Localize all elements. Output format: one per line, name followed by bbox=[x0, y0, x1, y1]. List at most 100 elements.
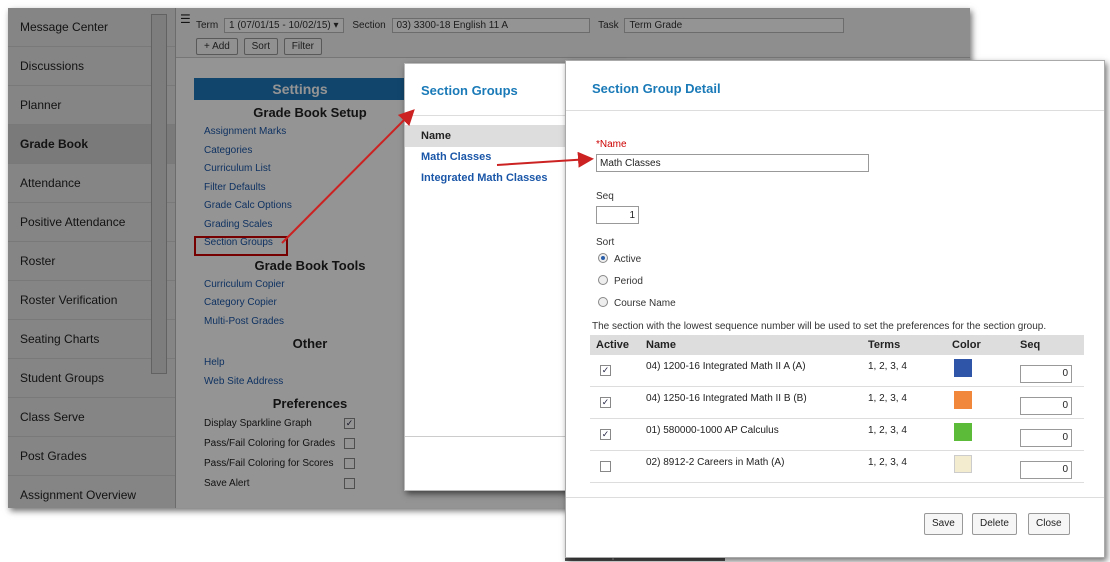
pref-checkbox[interactable] bbox=[344, 458, 355, 469]
term-label: Term bbox=[196, 20, 219, 31]
link-curriculum-list[interactable]: Curriculum List bbox=[194, 160, 406, 179]
link-curriculum-copier[interactable]: Curriculum Copier bbox=[194, 276, 406, 295]
pref-label: Display Sparkline Graph bbox=[204, 418, 312, 429]
pref-label: Pass/Fail Coloring for Scores bbox=[204, 458, 334, 469]
col-color: Color bbox=[952, 339, 981, 351]
color-swatch[interactable] bbox=[954, 455, 972, 473]
chevron-down-icon: ▾ bbox=[333, 20, 339, 31]
pref-checkbox[interactable] bbox=[344, 478, 355, 489]
sort-option-period[interactable]: Period bbox=[598, 275, 643, 287]
pref-row: Pass/Fail Coloring for Grades bbox=[194, 434, 406, 454]
task-value: Term Grade bbox=[629, 20, 683, 31]
section-groups-highlight bbox=[194, 236, 288, 256]
seq-input[interactable]: 1 bbox=[596, 206, 639, 224]
sidebar-item-assignment-overview[interactable]: Assignment Overview bbox=[8, 476, 175, 508]
col-active: Active bbox=[596, 339, 630, 351]
delete-button[interactable]: Delete bbox=[972, 513, 1017, 535]
sidebar-item-attendance[interactable]: Attendance bbox=[8, 164, 175, 203]
sidebar-item-seating-charts[interactable]: Seating Charts bbox=[8, 320, 175, 359]
sidebar-item-grade-book[interactable]: Grade Book bbox=[8, 125, 175, 164]
link-multi-post-grades[interactable]: Multi-Post Grades bbox=[194, 313, 406, 332]
action-bar: + Add Sort Filter bbox=[196, 38, 325, 55]
section-value: 03) 3300-18 English 11 A bbox=[396, 20, 509, 31]
radio-label: Active bbox=[614, 254, 642, 265]
save-button[interactable]: Save bbox=[924, 513, 963, 535]
color-swatch[interactable] bbox=[954, 359, 972, 377]
radio-label: Course Name bbox=[614, 298, 676, 309]
active-checkbox[interactable]: ✓ bbox=[600, 397, 611, 408]
link-assignment-marks[interactable]: Assignment Marks bbox=[194, 123, 406, 142]
active-checkbox[interactable] bbox=[600, 461, 611, 472]
section-name: 04) 1250-16 Integrated Math II B (B) bbox=[646, 393, 807, 404]
link-help[interactable]: Help bbox=[194, 354, 406, 373]
other-heading: Other bbox=[292, 336, 328, 351]
sort-option-course-name[interactable]: Course Name bbox=[598, 297, 676, 309]
seq-field[interactable]: 0 bbox=[1020, 397, 1072, 415]
task-label: Task bbox=[598, 20, 619, 31]
seq-field[interactable]: 0 bbox=[1020, 461, 1072, 479]
col-seq: Seq bbox=[1020, 339, 1041, 351]
sort-option-active[interactable]: Active bbox=[598, 253, 642, 265]
sidebar-item-planner[interactable]: Planner bbox=[8, 86, 175, 125]
sidebar-item-roster[interactable]: Roster bbox=[8, 242, 175, 281]
table-row: 02) 8912-2 Careers in Math (A) 1, 2, 3, … bbox=[590, 451, 1084, 483]
active-checkbox[interactable]: ✓ bbox=[600, 429, 611, 440]
section-terms: 1, 2, 3, 4 bbox=[868, 393, 907, 404]
section-name: 04) 1200-16 Integrated Math II A (A) bbox=[646, 361, 806, 372]
sidebar-item-post-grades[interactable]: Post Grades bbox=[8, 437, 175, 476]
color-swatch[interactable] bbox=[954, 423, 972, 441]
table-row: ✓ 04) 1200-16 Integrated Math II A (A) 1… bbox=[590, 355, 1084, 387]
pref-checkbox[interactable] bbox=[344, 438, 355, 449]
preference-note: The section with the lowest sequence num… bbox=[592, 321, 1047, 332]
link-grading-scales[interactable]: Grading Scales bbox=[194, 216, 406, 235]
link-categories[interactable]: Categories bbox=[194, 142, 406, 161]
add-button[interactable]: + Add bbox=[196, 38, 238, 55]
settings-title: Settings bbox=[194, 78, 406, 100]
name-input[interactable]: Math Classes bbox=[596, 154, 869, 172]
sidebar-item-positive-attendance[interactable]: Positive Attendance bbox=[8, 203, 175, 242]
sidebar-item-discussions[interactable]: Discussions bbox=[8, 47, 175, 86]
sidebar: Message Center Discussions Planner Grade… bbox=[8, 8, 176, 508]
pref-row: Save Alert bbox=[194, 474, 406, 494]
section-terms: 1, 2, 3, 4 bbox=[868, 361, 907, 372]
radio-icon bbox=[598, 297, 608, 308]
link-filter-defaults[interactable]: Filter Defaults bbox=[194, 179, 406, 198]
grade-book-tools-heading: Grade Book Tools bbox=[254, 257, 366, 273]
pref-label: Save Alert bbox=[204, 478, 250, 489]
sections-table: Active Name Terms Color Seq ✓ 04) 1200-1… bbox=[590, 335, 1084, 483]
section-label: Section bbox=[352, 20, 386, 31]
name-label: *Name bbox=[596, 139, 627, 150]
radio-selected-icon bbox=[598, 253, 608, 264]
sidebar-item-message-center[interactable]: Message Center bbox=[8, 8, 175, 47]
menu-icon[interactable]: ☰ bbox=[180, 12, 191, 26]
close-button[interactable]: Close bbox=[1028, 513, 1070, 535]
toolbar: ☰ Term 1 (07/01/15 - 10/02/15) ▾ Section… bbox=[176, 8, 970, 58]
sidebar-item-student-groups[interactable]: Student Groups bbox=[8, 359, 175, 398]
table-row: ✓ 04) 1250-16 Integrated Math II B (B) 1… bbox=[590, 387, 1084, 419]
link-category-copier[interactable]: Category Copier bbox=[194, 294, 406, 313]
pref-checkbox[interactable]: ✓ bbox=[344, 418, 355, 429]
sort-label: Sort bbox=[596, 237, 615, 248]
section-select[interactable]: 03) 3300-18 English 11 A bbox=[391, 18, 590, 33]
radio-label: Period bbox=[614, 276, 643, 287]
sort-button[interactable]: Sort bbox=[243, 38, 278, 55]
settings-panel: Settings Grade Book Setup Assignment Mar… bbox=[194, 78, 406, 508]
seq-field[interactable]: 0 bbox=[1020, 429, 1072, 447]
section-terms: 1, 2, 3, 4 bbox=[868, 457, 907, 468]
filter-button[interactable]: Filter bbox=[283, 38, 322, 55]
sidebar-scrollbar[interactable] bbox=[151, 14, 167, 374]
link-web-site-address[interactable]: Web Site Address bbox=[194, 373, 406, 392]
sidebar-item-roster-verification[interactable]: Roster Verification bbox=[8, 281, 175, 320]
term-select[interactable]: 1 (07/01/15 - 10/02/15) ▾ bbox=[224, 18, 344, 33]
seq-field[interactable]: 0 bbox=[1020, 365, 1072, 383]
seq-label: Seq bbox=[596, 191, 614, 202]
col-name: Name bbox=[646, 339, 676, 351]
active-checkbox[interactable]: ✓ bbox=[600, 365, 611, 376]
context-bar: Term 1 (07/01/15 - 10/02/15) ▾ Section 0… bbox=[196, 18, 850, 33]
task-select[interactable]: Term Grade bbox=[624, 18, 845, 33]
color-swatch[interactable] bbox=[954, 391, 972, 409]
sidebar-item-class-serve[interactable]: Class Serve bbox=[8, 398, 175, 437]
link-grade-calc-options[interactable]: Grade Calc Options bbox=[194, 197, 406, 216]
radio-icon bbox=[598, 275, 608, 286]
section-name: 02) 8912-2 Careers in Math (A) bbox=[646, 457, 785, 468]
